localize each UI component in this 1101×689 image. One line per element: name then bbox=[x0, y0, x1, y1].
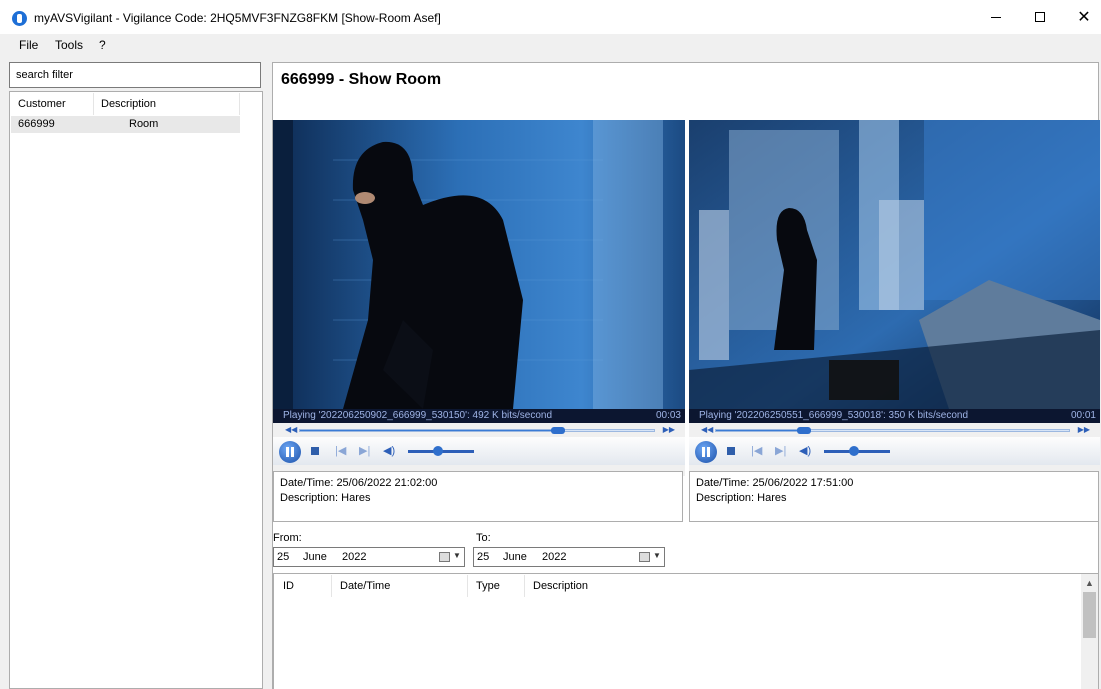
stop-icon[interactable] bbox=[311, 447, 319, 455]
column-header-description[interactable]: Description bbox=[94, 93, 240, 115]
window-title: myAVSVigilant - Vigilance Code: 2HQ5MVF3… bbox=[34, 11, 441, 25]
next-icon[interactable]: ▶| bbox=[359, 445, 370, 457]
fast-forward-icon[interactable]: ▶▶ bbox=[1078, 425, 1090, 434]
column-header-id[interactable]: ID bbox=[275, 575, 332, 597]
playback-status-text: Playing '202206250551_666999_530018': 35… bbox=[699, 410, 969, 421]
from-label: From: bbox=[273, 532, 302, 544]
chevron-down-icon[interactable]: ▼ bbox=[453, 551, 461, 560]
pause-icon[interactable] bbox=[695, 441, 717, 463]
room-video-image bbox=[689, 120, 1100, 409]
volume-icon[interactable]: ◀) bbox=[383, 445, 395, 457]
from-date-picker[interactable]: 25 June 2022 ▼ bbox=[273, 547, 465, 567]
volume-thumb[interactable] bbox=[849, 446, 859, 456]
next-icon[interactable]: ▶| bbox=[775, 445, 786, 457]
column-header-datetime[interactable]: Date/Time bbox=[332, 575, 468, 597]
playback-status-text: Playing '202206250902_666999_530150': 49… bbox=[283, 410, 553, 421]
title-bar: myAVSVigilant - Vigilance Code: 2HQ5MVF3… bbox=[0, 0, 1101, 34]
rewind-icon[interactable]: ◀◀ bbox=[285, 425, 297, 434]
seek-bar[interactable]: ◀◀ ▶▶ bbox=[273, 423, 685, 437]
elapsed-time: 00:01 bbox=[1070, 410, 1096, 421]
minimize-button[interactable] bbox=[974, 0, 1018, 34]
burglar-video-image bbox=[273, 120, 685, 409]
maximize-icon bbox=[1035, 12, 1045, 22]
previous-icon[interactable]: |◀ bbox=[335, 445, 346, 457]
seek-bar[interactable]: ◀◀ ▶▶ bbox=[689, 423, 1100, 437]
volume-icon[interactable]: ◀) bbox=[799, 445, 811, 457]
seek-track[interactable] bbox=[715, 427, 1070, 434]
seek-thumb[interactable] bbox=[551, 427, 566, 434]
menu-help[interactable]: ? bbox=[99, 38, 106, 52]
chevron-up-icon[interactable]: ▲ bbox=[1085, 578, 1094, 588]
customer-code-cell: 666999 bbox=[18, 118, 55, 130]
event-datetime: Date/Time: 25/06/2022 21:02:00 bbox=[280, 477, 438, 489]
seek-track[interactable] bbox=[299, 427, 655, 434]
playback-status: Playing '202206250902_666999_530150': 49… bbox=[273, 409, 685, 423]
volume-thumb[interactable] bbox=[433, 446, 443, 456]
menu-tools[interactable]: Tools bbox=[55, 38, 83, 52]
event-info-2: Date/Time: 25/06/2022 17:51:00 Descripti… bbox=[689, 471, 1099, 522]
event-description: Description: Hares bbox=[280, 492, 371, 504]
customer-list: Customer Code Description 666999 Room bbox=[9, 91, 263, 689]
scrollbar-thumb[interactable] bbox=[1083, 592, 1096, 638]
page-title: 666999 - Show Room bbox=[281, 71, 442, 88]
to-date-picker[interactable]: 25 June 2022 ▼ bbox=[473, 547, 665, 567]
menu-file[interactable]: File bbox=[19, 38, 38, 52]
stop-icon[interactable] bbox=[727, 447, 735, 455]
column-header-customer-code[interactable]: Customer Code bbox=[11, 93, 94, 132]
to-month[interactable]: June bbox=[503, 551, 527, 563]
maximize-button[interactable] bbox=[1018, 0, 1062, 34]
player-controls: |◀ ▶| ◀) bbox=[689, 437, 1100, 465]
events-table: ID Date/Time Type Description ▲ bbox=[273, 573, 1099, 689]
calendar-icon[interactable] bbox=[639, 552, 650, 562]
close-button[interactable]: ✕ bbox=[1062, 0, 1101, 34]
search-input[interactable] bbox=[9, 62, 261, 88]
minimize-icon bbox=[991, 16, 1001, 18]
customer-description-cell: Room bbox=[129, 118, 159, 130]
events-table-header: ID Date/Time Type Description bbox=[275, 575, 685, 597]
to-label: To: bbox=[476, 532, 491, 544]
rewind-icon[interactable]: ◀◀ bbox=[701, 425, 713, 434]
seek-thumb[interactable] bbox=[797, 427, 812, 434]
fast-forward-icon[interactable]: ▶▶ bbox=[663, 425, 675, 434]
previous-icon[interactable]: |◀ bbox=[751, 445, 762, 457]
calendar-icon[interactable] bbox=[439, 552, 450, 562]
customer-list-header: Customer Code Description bbox=[11, 93, 240, 132]
video-player-2: Playing '202206250551_666999_530018': 35… bbox=[689, 120, 1100, 476]
from-day[interactable]: 25 bbox=[277, 551, 289, 563]
seek-progress bbox=[300, 430, 559, 431]
video-frame-1[interactable] bbox=[273, 120, 685, 409]
from-month[interactable]: June bbox=[303, 551, 327, 563]
event-info-1: Date/Time: 25/06/2022 21:02:00 Descripti… bbox=[273, 471, 683, 522]
event-description: Description: Hares bbox=[696, 492, 787, 504]
player-controls: |◀ ▶| ◀) bbox=[273, 437, 685, 465]
pause-icon[interactable] bbox=[279, 441, 301, 463]
column-header-type[interactable]: Type bbox=[468, 575, 525, 597]
elapsed-time: 00:03 bbox=[655, 410, 681, 421]
menu-bar: File Tools ? bbox=[0, 34, 1101, 56]
from-year[interactable]: 2022 bbox=[342, 551, 366, 563]
main-panel: 666999 - Show Room Playing '202206250902… bbox=[272, 62, 1100, 689]
close-icon: ✕ bbox=[1077, 9, 1091, 26]
chevron-down-icon[interactable]: ▼ bbox=[653, 551, 661, 560]
seek-progress bbox=[716, 430, 805, 431]
event-datetime: Date/Time: 25/06/2022 17:51:00 bbox=[696, 477, 854, 489]
to-year[interactable]: 2022 bbox=[542, 551, 566, 563]
video-player-1: Playing '202206250902_666999_530150': 49… bbox=[273, 120, 685, 476]
list-item[interactable]: 666999 Room bbox=[11, 116, 240, 133]
vertical-scrollbar[interactable]: ▲ bbox=[1081, 574, 1098, 689]
playback-status: Playing '202206250551_666999_530018': 35… bbox=[689, 409, 1100, 423]
to-day[interactable]: 25 bbox=[477, 551, 489, 563]
video-frame-2[interactable] bbox=[689, 120, 1100, 409]
app-icon bbox=[12, 11, 27, 26]
column-header-description[interactable]: Description bbox=[525, 575, 685, 597]
